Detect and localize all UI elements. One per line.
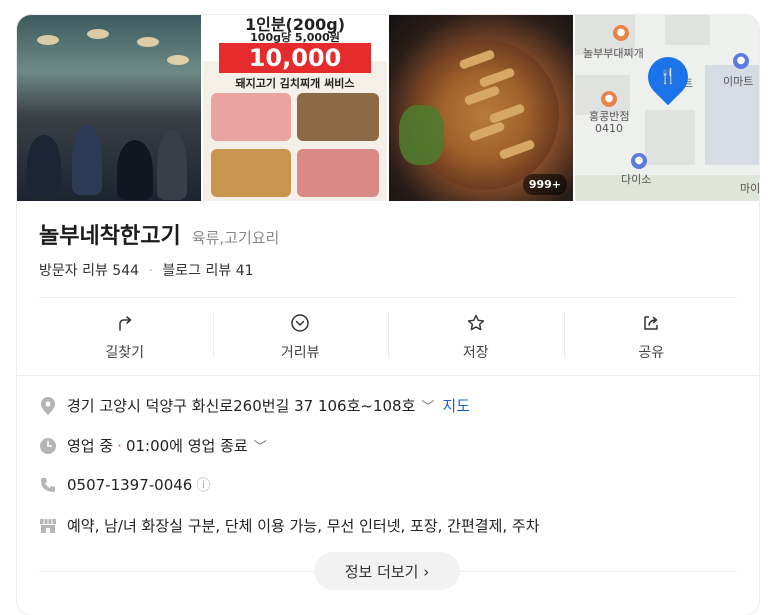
phone-icon <box>39 476 57 494</box>
clock-icon <box>39 437 57 455</box>
street-view-button[interactable]: 거리뷰 <box>212 301 389 369</box>
interior-photo[interactable] <box>17 15 201 201</box>
lamp <box>167 55 189 65</box>
address-text: 경기 고양시 덕양구 화신로260번길 37 106호~108호 <box>67 397 416 415</box>
lamp <box>137 37 159 47</box>
meat-image <box>297 149 379 197</box>
photo-gallery: 1인분(200g) 100g당 5,000원 10,000 돼지고기 김치찌개 … <box>17 15 759 201</box>
map-park <box>575 175 759 201</box>
amenities-text: 예약, 남/녀 화장실 구분, 단체 이용 가능, 무선 인터넷, 포장, 간편… <box>67 517 540 535</box>
separator: · <box>117 436 122 455</box>
action-bar: 길찾기 거리뷰 저장 공유 <box>37 301 739 369</box>
visitor-review-link[interactable]: 방문자 리뷰 544 <box>39 263 139 279</box>
lamp <box>37 35 59 45</box>
divider <box>17 375 759 376</box>
review-row: 방문자 리뷰 544 · 블로그 리뷰 41 <box>39 260 254 280</box>
location-icon <box>39 396 57 415</box>
street-view-label: 거리뷰 <box>280 345 320 361</box>
more-info-button[interactable]: 정보 더보기 › <box>314 552 460 590</box>
share-button[interactable]: 공유 <box>563 301 740 369</box>
fork-knife-icon: 🍴 <box>658 67 678 85</box>
directions-label: 길찾기 <box>105 345 145 361</box>
restaurant-marker-icon: ● <box>613 25 629 41</box>
map-label: 이마트 <box>723 75 754 88</box>
diner <box>27 135 61 195</box>
phone-number[interactable]: 0507-1397-0046 <box>67 476 192 494</box>
lamp <box>87 29 109 39</box>
map-block <box>645 110 695 165</box>
address-row: 경기 고양시 덕양구 화신로260번길 37 106호~108호 ﹀ 지도 <box>39 395 470 416</box>
chevron-down-icon[interactable]: ﹀ <box>254 436 267 455</box>
title-row: 놀부네착한고기 육류,고기요리 <box>39 218 279 250</box>
phone-row: 0507-1397-0046 ⓘ <box>39 475 210 495</box>
save-label: 저장 <box>462 345 489 361</box>
directions-button[interactable]: 길찾기 <box>37 301 213 369</box>
star-icon <box>467 314 484 331</box>
place-category: 육류,고기요리 <box>191 229 280 247</box>
bbq-photo[interactable]: 999+ <box>389 15 573 201</box>
map-label: 0410 <box>595 122 623 135</box>
map-thumbnail[interactable]: ● 놀부부대찌개 ● 이마트 트 ● 홍콩반점 0410 ● 다이소 마이 🍴 <box>575 15 759 201</box>
menu-flyer-photo[interactable]: 1인분(200g) 100g당 5,000원 10,000 돼지고기 김치찌개 … <box>203 15 387 201</box>
open-status: 영업 중 <box>67 437 114 455</box>
blog-review-link[interactable]: 블로그 리뷰 41 <box>162 263 253 279</box>
share-icon <box>644 316 658 330</box>
directions-icon <box>119 316 131 331</box>
place-name[interactable]: 놀부네착한고기 <box>39 224 181 249</box>
save-button[interactable]: 저장 <box>388 301 564 369</box>
photo-count-badge: 999+ <box>522 174 567 195</box>
greens <box>399 105 444 165</box>
meat-image <box>211 93 291 141</box>
info-icon[interactable]: ⓘ <box>196 475 210 495</box>
flyer-service: 돼지고기 김치찌개 써비스 <box>235 77 355 90</box>
grill-image <box>211 149 291 197</box>
flyer-price: 10,000 <box>219 43 371 73</box>
hours-row: 영업 중 · 01:00에 영업 종료 ﹀ <box>39 435 267 456</box>
chevron-down-icon[interactable]: ﹀ <box>421 396 434 415</box>
diner <box>157 130 187 200</box>
map-label: 다이소 <box>621 173 652 186</box>
closing-time: 01:00에 영업 종료 <box>125 437 248 455</box>
divider <box>39 297 737 298</box>
diner <box>72 125 102 195</box>
store-icon <box>39 517 57 535</box>
map-label: 놀부부대찌개 <box>583 47 644 60</box>
map-block <box>665 15 710 45</box>
place-card: 1인분(200g) 100g당 5,000원 10,000 돼지고기 김치찌개 … <box>17 15 759 615</box>
store-marker-icon: ● <box>631 153 647 169</box>
street-view-icon <box>291 314 309 332</box>
stew-image <box>297 93 379 141</box>
share-label: 공유 <box>638 345 665 361</box>
separator: · <box>148 263 153 279</box>
diner <box>117 140 153 200</box>
restaurant-marker-icon: ● <box>601 91 617 107</box>
map-label: 마이 <box>740 182 759 195</box>
amenities-row: 예약, 남/녀 화장실 구분, 단체 이용 가능, 무선 인터넷, 포장, 간편… <box>39 515 540 536</box>
map-link[interactable]: 지도 <box>442 395 470 416</box>
store-marker-icon: ● <box>733 53 749 69</box>
